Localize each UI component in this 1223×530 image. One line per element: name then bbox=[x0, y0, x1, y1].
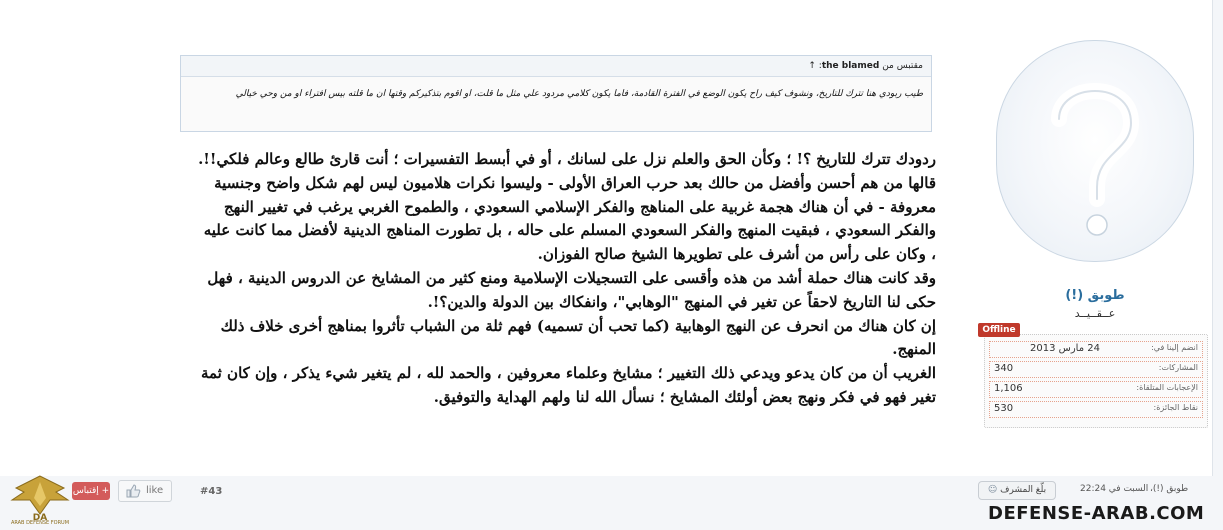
like-button[interactable]: like bbox=[118, 480, 172, 502]
post-paragraph: وقد كانت هناك حملة أشد من هذه وأقسى على … bbox=[207, 268, 936, 311]
post-paragraph: ردودك تترك للتاريخ ؟! ؛ وكأن الحق والعلم… bbox=[198, 150, 936, 168]
thumbs-up-icon bbox=[125, 483, 141, 507]
post-date[interactable]: السبت في 22:24 bbox=[1080, 484, 1148, 494]
report-button[interactable]: بلّغ المشرف ☺ bbox=[978, 481, 1056, 500]
user-title: عــقــيــد bbox=[1074, 307, 1116, 320]
stat-value: 24 مارس 2013 bbox=[1030, 343, 1100, 354]
forum-logo: DA ARAB DEFENSE FORUM bbox=[4, 470, 76, 530]
quote-button[interactable]: + إقتباس bbox=[72, 482, 110, 500]
post-paragraph: الغريب أن من كان يدعو ويدعي ذلك التغيير … bbox=[200, 364, 936, 406]
stat-likes: الإعجابات المتلقاة: 1,106 bbox=[989, 381, 1203, 398]
stat-label: الإعجابات المتلقاة: bbox=[1136, 383, 1198, 392]
stat-points: نقاط الجائزة: 530 bbox=[989, 401, 1203, 418]
quote-text: طيب ربودي هنا تترك للتاريخ، ونشوف كيف را… bbox=[235, 89, 923, 99]
status-badge: Offline bbox=[978, 323, 1020, 337]
footer-username[interactable]: طوبق (!)، bbox=[1150, 484, 1188, 494]
logo-text: ARAB DEFENSE FORUM bbox=[10, 520, 70, 526]
question-mark-avatar-icon[interactable] bbox=[996, 40, 1194, 262]
stat-label: انضم إلينا في: bbox=[1151, 343, 1198, 352]
quote-box: مقتبس من the blamed: ↑ طيب ربودي هنا تتر… bbox=[180, 55, 932, 132]
post-paragraph: إن كان هناك من انحرف عن النهج الوهابية (… bbox=[220, 316, 936, 359]
user-report-icon: ☺ bbox=[987, 485, 998, 495]
arrow-up-icon[interactable]: : ↑ bbox=[808, 61, 821, 71]
user-stats: انضم إلينا في: 24 مارس 2013 المشاركات: 3… bbox=[984, 334, 1208, 428]
username[interactable]: طوبق (!) bbox=[978, 288, 1212, 303]
quote-prefix: مقتبس من bbox=[882, 61, 923, 71]
post-panel: مقتبس من the blamed: ↑ طيب ربودي هنا تتر… bbox=[0, 0, 1213, 476]
stat-value: 1,106 bbox=[994, 383, 1023, 394]
quote-header: مقتبس من the blamed: ↑ bbox=[181, 56, 931, 77]
stat-posts: المشاركات: 340 bbox=[989, 361, 1203, 378]
stat-label: نقاط الجائزة: bbox=[1153, 403, 1198, 412]
stat-label: المشاركات: bbox=[1158, 363, 1198, 372]
report-label: بلّغ المشرف bbox=[1000, 485, 1047, 495]
stat-joined: انضم إلينا في: 24 مارس 2013 bbox=[989, 341, 1203, 358]
stat-value[interactable]: 530 bbox=[994, 403, 1013, 414]
post-message: ردودك تترك للتاريخ ؟! ؛ وكأن الحق والعلم… bbox=[196, 148, 936, 410]
like-label: like bbox=[146, 485, 164, 496]
quoted-username[interactable]: the blamed bbox=[822, 61, 879, 71]
post-paragraph: قالها من هم أحسن وأفضل من حالك بعد حرب ا… bbox=[203, 173, 936, 264]
site-watermark: DEFENSE-ARAB.COM bbox=[988, 503, 1205, 524]
stat-value[interactable]: 340 bbox=[994, 363, 1013, 374]
user-sidebar: طوبق (!) عــقــيــد انضم إلينا في: 24 ما… bbox=[978, 30, 1212, 428]
post-number[interactable]: #43 bbox=[200, 486, 222, 497]
